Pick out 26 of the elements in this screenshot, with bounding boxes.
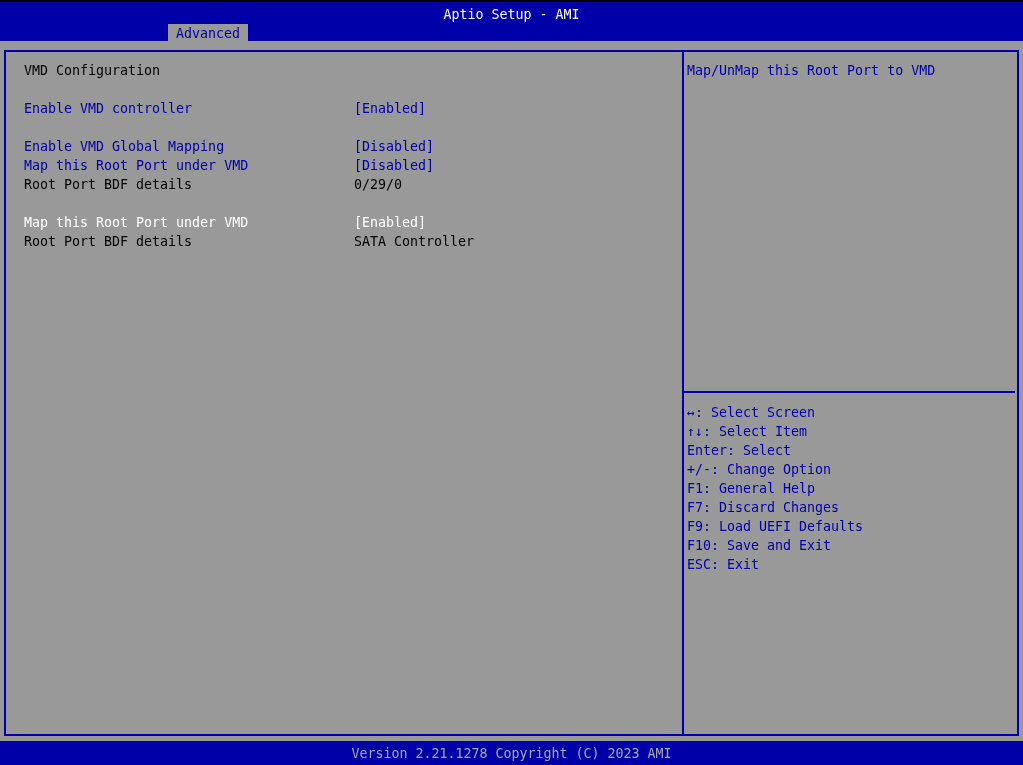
key-hint: ESC: Exit — [687, 556, 761, 574]
window-title: Aptio Setup - AMI — [443, 6, 580, 24]
info-value: 0/29/0 — [354, 176, 403, 194]
setting-label[interactable]: Map this Root Port under VMD — [24, 213, 354, 232]
setting-label[interactable]: Map this Root Port under VMD — [24, 156, 354, 175]
section-heading: VMD Configuration — [24, 62, 162, 80]
tab[interactable]: Advanced — [168, 24, 249, 43]
key-hint: ↑↓: Select Item — [687, 423, 809, 441]
info-label: Root Port BDF details — [24, 233, 194, 251]
key-hint: F7: Discard Changes — [687, 499, 841, 517]
setting-value[interactable]: [Disabled] — [354, 156, 435, 175]
help-text: Map/UnMap this Root Port to VMD — [687, 63, 936, 78]
key-hint: Enter: Select — [687, 442, 793, 460]
setting-value[interactable]: [Enabled] — [354, 99, 427, 118]
key-hint: F9: Load UEFI Defaults — [687, 518, 865, 536]
key-hint: F1: General Help — [687, 480, 817, 498]
info-value: SATA Controller — [354, 233, 475, 251]
setting-label[interactable]: Enable VMD Global Mapping — [24, 137, 354, 156]
info-label: Root Port BDF details — [24, 176, 194, 194]
key-hint: ↔: Select Screen — [687, 404, 817, 422]
key-hint: +/-: Change Option — [687, 461, 833, 479]
version-text: Version 2.21.1278 Copyright (C) 2023 AMI — [351, 744, 672, 763]
setting-label[interactable]: Enable VMD controller — [24, 99, 354, 118]
setting-value[interactable]: [Disabled] — [354, 137, 435, 156]
setting-value[interactable]: [Enabled] — [354, 213, 427, 232]
key-hint: F10: Save and Exit — [687, 537, 833, 555]
